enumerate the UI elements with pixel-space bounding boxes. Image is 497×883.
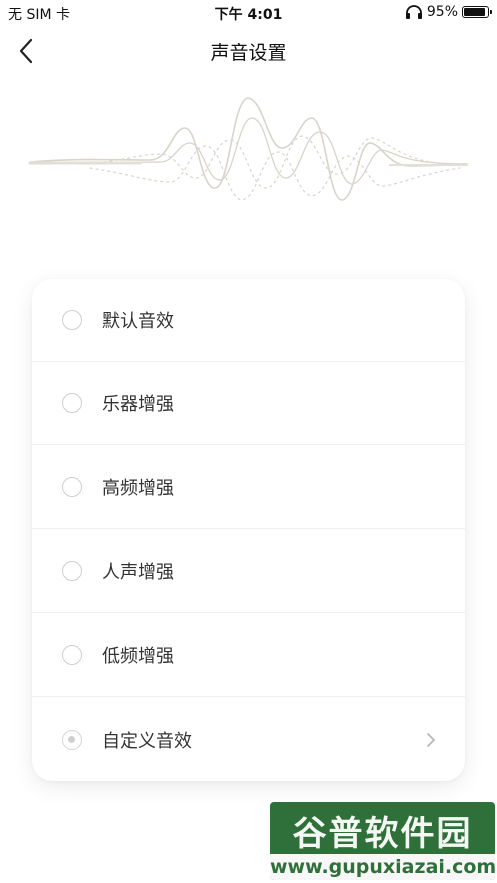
option-bass[interactable]: 低频增强: [32, 614, 465, 697]
option-label: 低频增强: [102, 646, 174, 667]
sound-effect-card: 默认音效 乐器增强 高频增强 人声增强 低频增强 自定义音效: [32, 279, 465, 781]
watermark-logo: 谷普软件园 www.gupuxiazai.com: [270, 802, 495, 880]
battery-percent: 95%: [426, 4, 458, 20]
watermark-url: www.gupuxiazai.com: [270, 854, 495, 880]
battery-fill: [464, 8, 485, 16]
radio-button[interactable]: [62, 561, 82, 581]
option-label: 人声增强: [102, 562, 174, 583]
option-treble[interactable]: 高频增强: [32, 446, 465, 529]
option-label: 自定义音效: [102, 730, 192, 752]
battery-icon: [462, 6, 492, 18]
option-label: 默认音效: [102, 311, 174, 332]
radio-button[interactable]: [62, 393, 82, 413]
radio-button[interactable]: [62, 477, 82, 497]
radio-button-selected[interactable]: [62, 729, 82, 750]
page-title: 声音设置: [210, 42, 287, 64]
option-custom[interactable]: 自定义音效: [32, 698, 465, 781]
option-default[interactable]: 默认音效: [32, 279, 465, 362]
status-right: 95%: [405, 4, 492, 20]
radio-button[interactable]: [62, 310, 82, 330]
option-instrument[interactable]: 乐器增强: [32, 362, 465, 445]
status-bar: 无 SIM 卡 下午 4:01 95%: [0, 0, 497, 26]
option-label: 高频增强: [102, 478, 174, 499]
sound-wave-graphic: [28, 97, 468, 201]
watermark-name: 谷普软件园: [292, 814, 473, 854]
radio-button[interactable]: [62, 645, 82, 665]
option-vocal[interactable]: 人声增强: [32, 530, 465, 613]
headphone-icon: [405, 5, 422, 19]
option-label: 乐器增强: [102, 394, 174, 415]
chevron-right-icon[interactable]: [425, 732, 437, 748]
nav-bar: 声音设置: [0, 26, 497, 76]
